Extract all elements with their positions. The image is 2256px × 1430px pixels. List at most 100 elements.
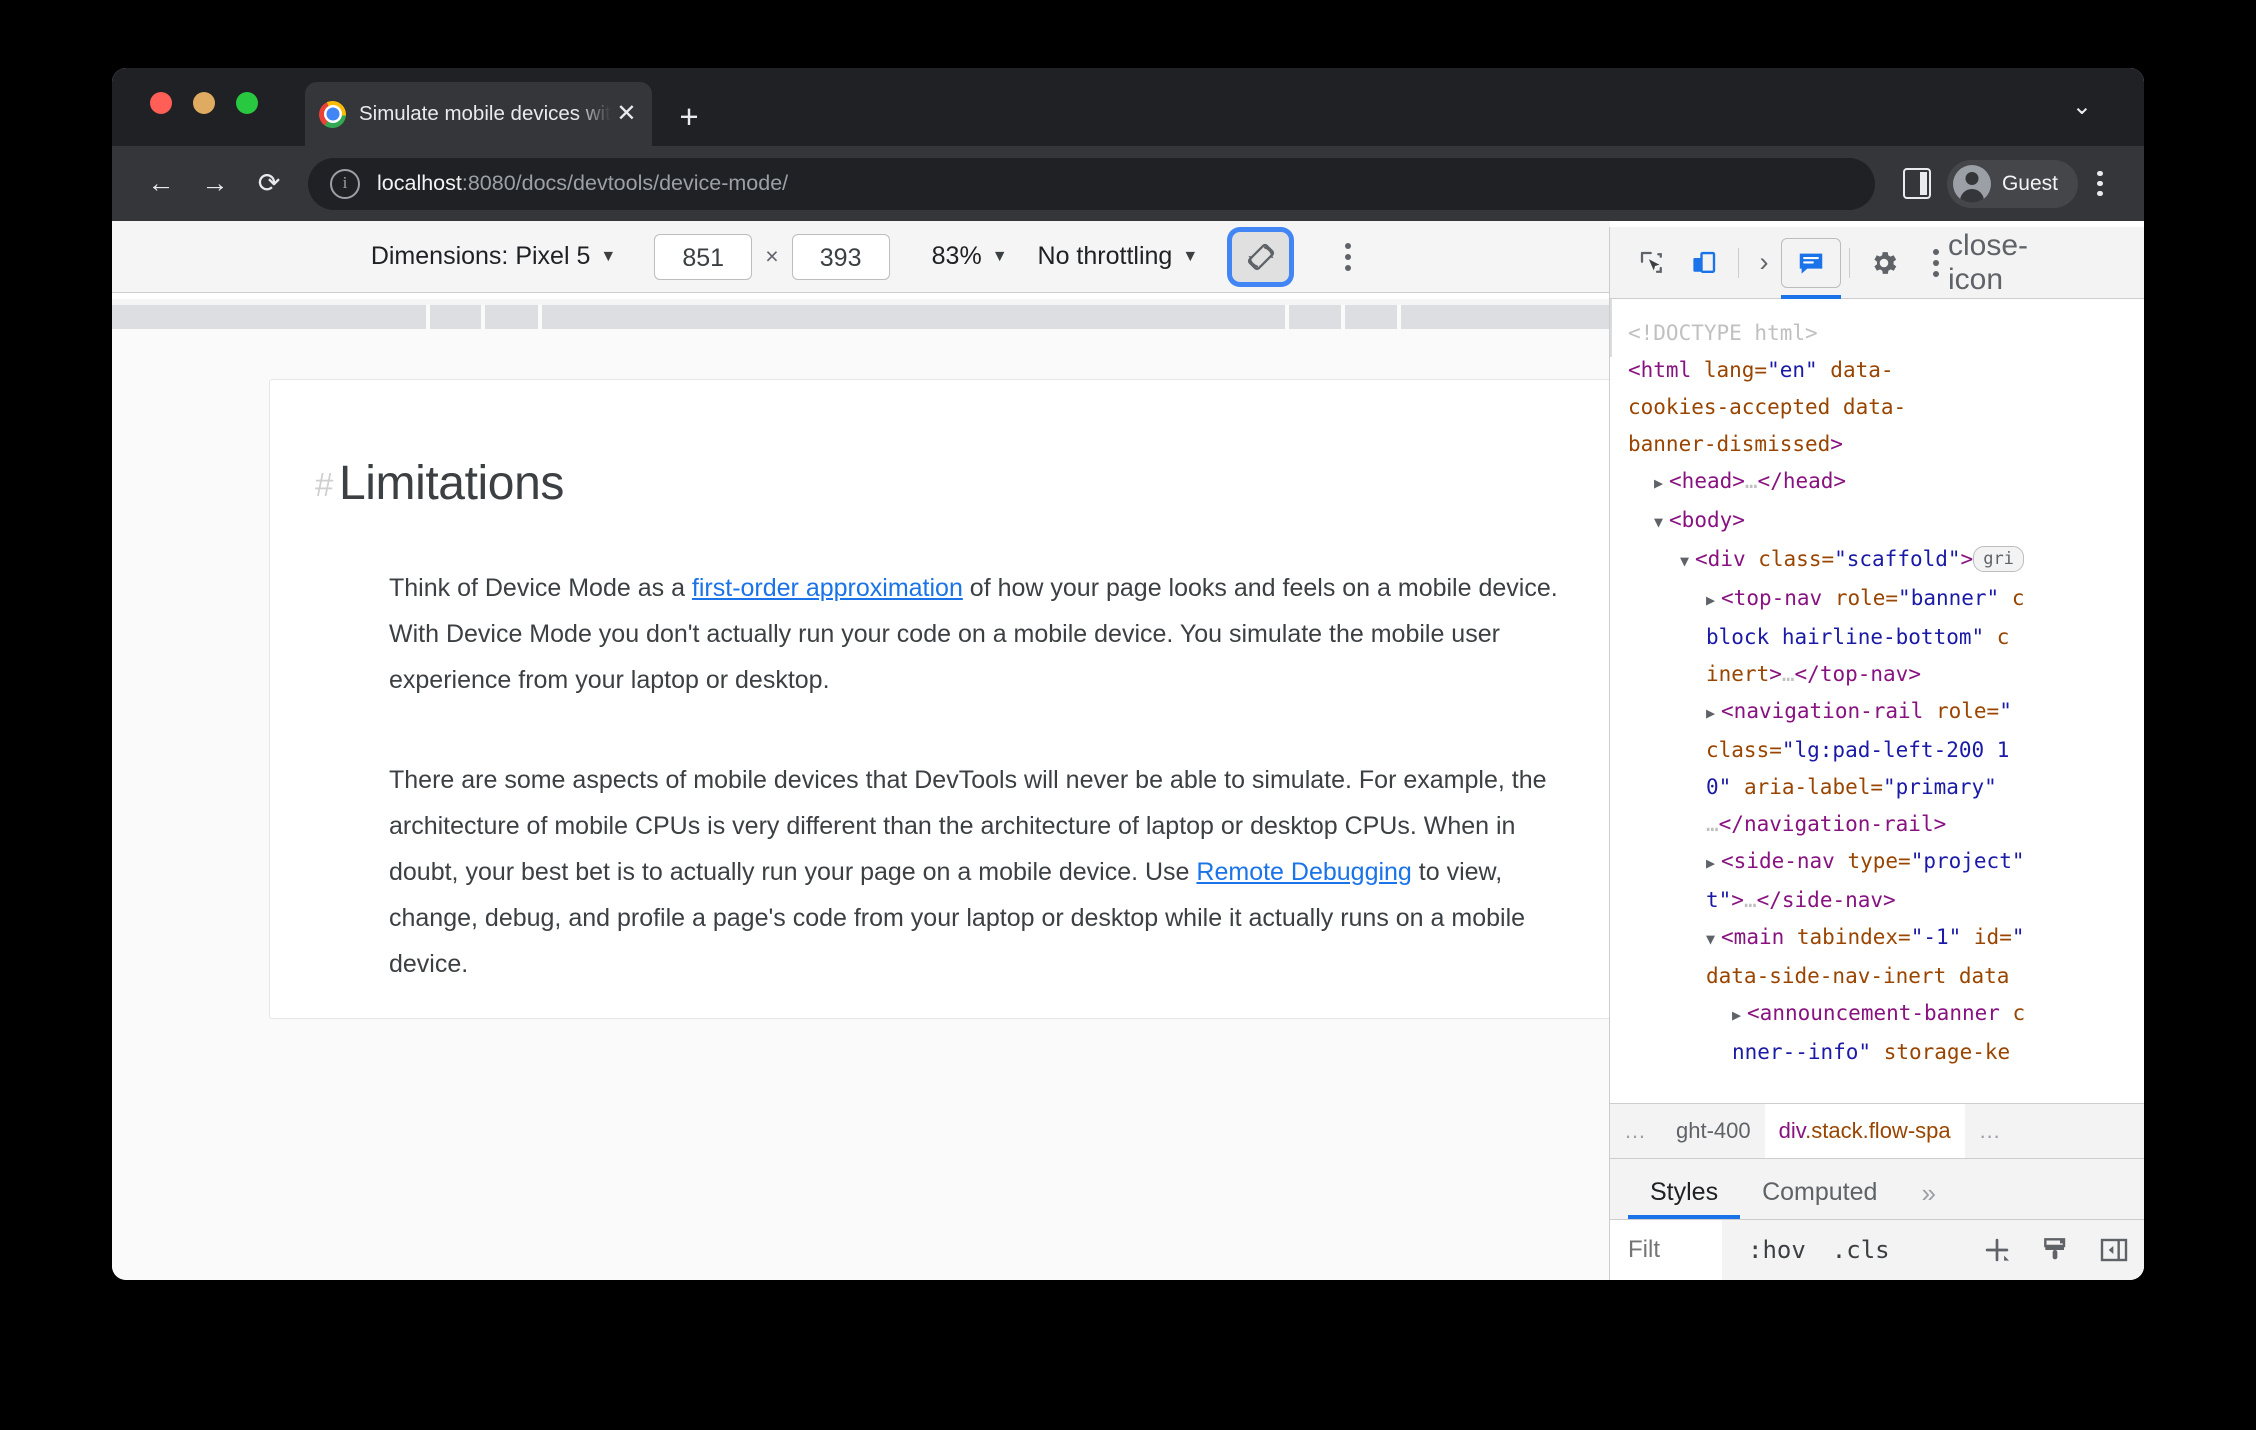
dom-node-row[interactable]: <!DOCTYPE html> <box>1628 315 2144 352</box>
dom-token: " <box>2011 925 2025 949</box>
panel-drag-handle[interactable] <box>1610 299 1612 357</box>
chevron-down-icon[interactable]: ⌄ <box>2072 92 2092 121</box>
maximize-window-button[interactable] <box>236 92 258 114</box>
profile-button[interactable]: Guest <box>1946 159 2078 208</box>
paragraph-1-text-a: Think of Device Mode as a <box>389 574 692 602</box>
dom-token: "lg:pad-left-200 1 <box>1781 738 2010 762</box>
dom-node-row[interactable]: data-side-nav-inert data <box>1628 958 2144 995</box>
breadcrumb[interactable]: … ght-400 div.stack.flow-spa… <box>1610 1103 2144 1158</box>
dom-token: "en" <box>1767 358 1818 382</box>
chevron-down-icon[interactable]: ▼ <box>600 248 616 266</box>
toggle-sidebar-icon[interactable] <box>2098 1234 2130 1266</box>
devtools-toolbar: › close-icon <box>1610 227 2144 299</box>
expanded-triangle-icon[interactable]: ▼ <box>1654 504 1663 541</box>
dom-token: <top-nav <box>1721 586 1835 610</box>
dom-token: storage-ke <box>1871 1040 2011 1064</box>
throttling-label[interactable]: No throttling <box>1038 242 1173 271</box>
dom-node-row[interactable]: ▼ <main tabindex="-1" id=" <box>1628 919 2144 958</box>
issues-panel-button[interactable] <box>1781 237 1841 299</box>
dom-node-row[interactable]: inert>…</top-nav> <box>1628 656 2144 693</box>
inspect-element-button[interactable] <box>1626 239 1678 287</box>
collapsed-triangle-icon[interactable]: ▶ <box>1706 845 1715 882</box>
remote-debugging-link[interactable]: Remote Debugging <box>1196 858 1411 886</box>
chevron-down-icon[interactable]: ▼ <box>1182 248 1198 266</box>
dom-node-row[interactable]: ▶ <navigation-rail role=" <box>1628 693 2144 732</box>
dom-node-row[interactable]: …</navigation-rail> <box>1628 806 2144 843</box>
page-title: # Limitations <box>315 456 564 511</box>
browser-window: Simulate mobile devices with D ✕ + ⌄ ← →… <box>112 68 2144 1280</box>
dom-node-row[interactable]: ▶ <top-nav role="banner" c <box>1628 580 2144 619</box>
browser-menu-button[interactable] <box>2078 170 2122 197</box>
dom-node-row[interactable]: cookies-accepted data- <box>1628 389 2144 426</box>
dom-node-row[interactable]: class="lg:pad-left-200 1 <box>1628 732 2144 769</box>
tab-[interactable]: » <box>1899 1178 1957 1219</box>
back-button[interactable]: ← <box>134 170 188 197</box>
dom-token: "primary" <box>1883 775 1997 799</box>
expanded-triangle-icon[interactable]: ▼ <box>1706 921 1715 958</box>
plus-icon[interactable] <box>1980 1233 2014 1267</box>
close-devtools-button[interactable]: close-icon <box>1948 229 2028 296</box>
address-bar[interactable]: i localhost:8080/docs/devtools/device-mo… <box>308 157 1875 210</box>
cls-button[interactable]: .cls <box>1832 1236 1890 1264</box>
breadcrumb-item[interactable]: … <box>1965 1104 2017 1158</box>
toolbar-divider <box>1849 247 1850 278</box>
toggle-device-toolbar-button[interactable] <box>1678 239 1730 287</box>
dom-token: c <box>2012 1001 2026 1025</box>
tab-styles[interactable]: Styles <box>1628 1178 1741 1219</box>
grid-badge[interactable]: gri <box>1973 546 2024 572</box>
breadcrumb-item[interactable]: … <box>1610 1104 1662 1158</box>
filter-input[interactable]: Filt <box>1610 1220 1722 1280</box>
panel-overflow-button[interactable]: › <box>1747 239 1781 287</box>
issues-message-icon <box>1799 253 1823 274</box>
device-toolbar: Dimensions: Pixel 5 ▼ 851 × 393 83% ▼ No… <box>112 221 1610 293</box>
dom-node-row[interactable]: ▼ <div class="scaffold"> gri <box>1628 541 2144 580</box>
window-controls[interactable] <box>150 92 258 114</box>
browser-tab[interactable]: Simulate mobile devices with D ✕ <box>305 82 652 146</box>
page-title-text: Limitations <box>338 457 564 511</box>
collapsed-triangle-icon[interactable]: ▶ <box>1706 695 1715 732</box>
device-select-label[interactable]: Dimensions: Pixel 5 <box>371 242 591 271</box>
side-panel-icon[interactable] <box>1902 168 1931 199</box>
settings-button[interactable] <box>1858 239 1910 287</box>
collapsed-triangle-icon[interactable]: ▶ <box>1732 997 1741 1034</box>
breadcrumb-item[interactable]: div.stack.flow-spa <box>1764 1104 1965 1158</box>
dom-node-row[interactable]: ▶ <side-nav type="project" <box>1628 843 2144 882</box>
collapsed-triangle-icon[interactable]: ▶ <box>1706 582 1715 619</box>
dom-token: role= <box>1834 586 1899 610</box>
paint-brush-icon[interactable] <box>2040 1234 2072 1266</box>
width-input[interactable]: 851 <box>654 233 753 280</box>
close-tab-button[interactable]: ✕ <box>615 102 638 126</box>
dom-node-row[interactable]: t">…</side-nav> <box>1628 882 2144 919</box>
reload-button[interactable]: ⟳ <box>242 170 296 197</box>
dom-node-row[interactable]: block hairline-bottom" c <box>1628 619 2144 656</box>
tab-computed[interactable]: Computed <box>1740 1178 1899 1219</box>
expanded-triangle-icon[interactable]: ▼ <box>1680 543 1689 580</box>
viewport-ruler[interactable] <box>112 299 1610 329</box>
collapsed-triangle-icon[interactable]: ▶ <box>1654 465 1663 502</box>
dom-node-row[interactable]: 0" aria-label="primary" <box>1628 769 2144 806</box>
rotate-device-button[interactable] <box>1232 231 1290 282</box>
dom-node-row[interactable]: ▶ <announcement-banner c <box>1628 995 2144 1034</box>
minimize-window-button[interactable] <box>193 92 215 114</box>
dom-node-row[interactable]: nner--info" storage-ke <box>1628 1034 2144 1071</box>
close-window-button[interactable] <box>150 92 172 114</box>
site-info-icon[interactable]: i <box>330 168 360 199</box>
forward-button[interactable]: → <box>188 170 242 197</box>
chevron-down-icon[interactable]: ▼ <box>992 248 1008 266</box>
breadcrumb-item[interactable]: ght-400 <box>1662 1104 1765 1158</box>
breadcrumb-element: div <box>1778 1118 1806 1143</box>
height-input[interactable]: 393 <box>791 233 890 280</box>
dom-node-row[interactable]: ▼ <body> <box>1628 502 2144 541</box>
new-tab-button[interactable]: + <box>672 100 706 133</box>
styles-tab-bar[interactable]: Styles Computed» <box>1610 1158 2144 1219</box>
dom-tree[interactable]: <!DOCTYPE html> <html lang="en" data-cook… <box>1610 299 2144 1103</box>
first-order-approximation-link[interactable]: first-order approximation <box>692 574 963 602</box>
dom-token: tabindex= <box>1796 925 1911 949</box>
dom-token: " <box>1999 699 2012 723</box>
dom-node-row[interactable]: ▶ <head>…</head> <box>1628 463 2144 502</box>
hov-button[interactable]: :hov <box>1748 1236 1806 1264</box>
dom-node-row[interactable]: <html lang="en" data- <box>1628 352 2144 389</box>
device-toolbar-menu-button[interactable] <box>1345 242 1352 271</box>
zoom-label[interactable]: 83% <box>932 242 982 271</box>
dom-node-row[interactable]: banner-dismissed> <box>1628 426 2144 463</box>
